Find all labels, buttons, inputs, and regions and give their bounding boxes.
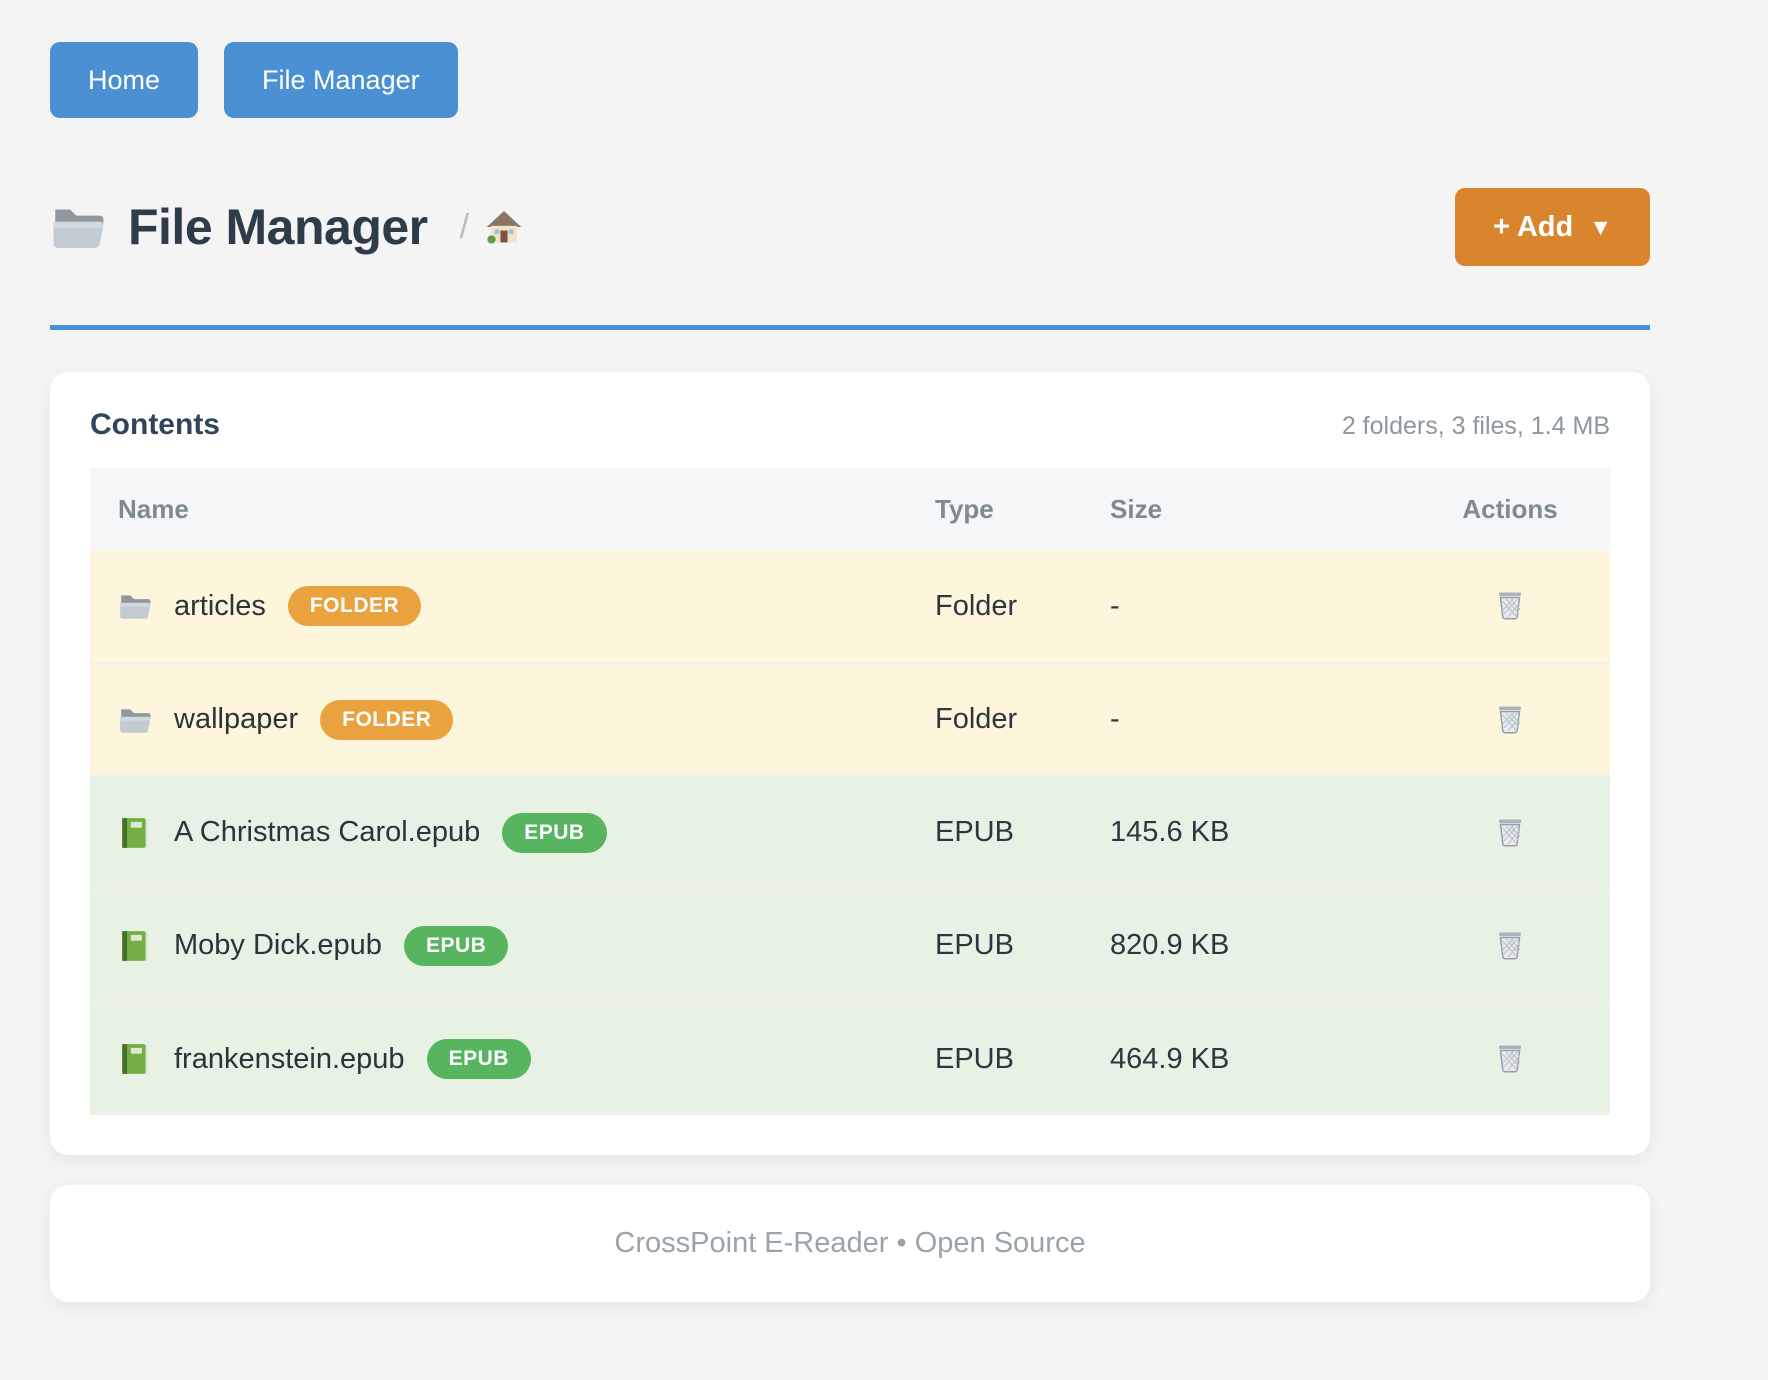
top-nav: Home File Manager bbox=[50, 42, 1650, 118]
size-cell: - bbox=[1110, 663, 1410, 776]
home-icon[interactable] bbox=[485, 208, 523, 246]
type-badge: EPUB bbox=[427, 1039, 531, 1079]
nav-home-button[interactable]: Home bbox=[50, 42, 198, 118]
size-cell: 145.6 KB bbox=[1110, 776, 1410, 889]
delete-button[interactable] bbox=[1488, 583, 1532, 627]
table-header-row: Name Type Size Actions bbox=[90, 468, 1610, 550]
type-badge: FOLDER bbox=[288, 586, 421, 626]
type-badge: FOLDER bbox=[320, 700, 453, 740]
breadcrumb-separator: / bbox=[460, 208, 469, 247]
column-header-actions: Actions bbox=[1410, 468, 1610, 550]
column-header-size: Size bbox=[1110, 468, 1410, 550]
file-name-link[interactable]: frankenstein.epub bbox=[174, 1043, 405, 1076]
panel-title: Contents bbox=[90, 408, 220, 442]
type-cell: EPUB bbox=[935, 776, 1110, 889]
book-icon bbox=[118, 816, 152, 850]
table-row: Moby Dick.epub EPUB EPUB 820.9 KB bbox=[90, 889, 1610, 1002]
size-cell: 464.9 KB bbox=[1110, 1002, 1410, 1115]
table-row: wallpaper FOLDER Folder - bbox=[90, 663, 1610, 776]
file-name-link[interactable]: Moby Dick.epub bbox=[174, 929, 382, 962]
page: Home File Manager File Manager / bbox=[50, 0, 1650, 1302]
delete-button[interactable] bbox=[1488, 923, 1532, 967]
delete-button[interactable] bbox=[1488, 1036, 1532, 1080]
file-name-link[interactable]: wallpaper bbox=[174, 703, 298, 736]
trash-icon bbox=[1494, 1042, 1526, 1074]
page-title: File Manager bbox=[128, 198, 428, 256]
trash-icon bbox=[1494, 589, 1526, 621]
book-icon bbox=[118, 1042, 152, 1076]
chevron-down-icon: ▼ bbox=[1589, 214, 1612, 241]
file-table: Name Type Size Actions articles FOLDER F… bbox=[90, 468, 1610, 1115]
folder-icon bbox=[118, 703, 152, 737]
delete-button[interactable] bbox=[1488, 697, 1532, 741]
type-cell: Folder bbox=[935, 663, 1110, 776]
type-cell: Folder bbox=[935, 550, 1110, 663]
table-body: articles FOLDER Folder - wallpaper FOLDE… bbox=[90, 550, 1610, 1115]
contents-card: Contents 2 folders, 3 files, 1.4 MB Name… bbox=[50, 372, 1650, 1155]
column-header-name: Name bbox=[90, 468, 935, 550]
file-name-link[interactable]: A Christmas Carol.epub bbox=[174, 816, 480, 849]
title-row: File Manager / + Add ▼ bbox=[50, 188, 1650, 266]
trash-icon bbox=[1494, 703, 1526, 735]
table-row: articles FOLDER Folder - bbox=[90, 550, 1610, 663]
book-icon bbox=[118, 929, 152, 963]
type-cell: EPUB bbox=[935, 889, 1110, 1002]
table-row: A Christmas Carol.epub EPUB EPUB 145.6 K… bbox=[90, 776, 1610, 889]
add-button-label: + Add bbox=[1493, 211, 1573, 244]
footer: CrossPoint E-Reader • Open Source bbox=[50, 1185, 1650, 1302]
table-row: frankenstein.epub EPUB EPUB 464.9 KB bbox=[90, 1002, 1610, 1115]
file-name-link[interactable]: articles bbox=[174, 590, 266, 623]
type-badge: EPUB bbox=[404, 926, 508, 966]
panel-header: Contents 2 folders, 3 files, 1.4 MB bbox=[90, 408, 1610, 468]
contents-summary: 2 folders, 3 files, 1.4 MB bbox=[1342, 412, 1610, 441]
type-badge: EPUB bbox=[502, 813, 606, 853]
trash-icon bbox=[1494, 929, 1526, 961]
trash-icon bbox=[1494, 816, 1526, 848]
title-underline bbox=[50, 325, 1650, 330]
breadcrumb: / bbox=[460, 208, 523, 247]
size-cell: 820.9 KB bbox=[1110, 889, 1410, 1002]
column-header-type: Type bbox=[935, 468, 1110, 550]
add-button[interactable]: + Add ▼ bbox=[1455, 188, 1650, 266]
footer-text: CrossPoint E-Reader • Open Source bbox=[614, 1227, 1085, 1260]
folder-icon bbox=[118, 589, 152, 623]
size-cell: - bbox=[1110, 550, 1410, 663]
nav-file-manager-button[interactable]: File Manager bbox=[224, 42, 458, 118]
type-cell: EPUB bbox=[935, 1002, 1110, 1115]
folder-icon bbox=[50, 199, 106, 255]
delete-button[interactable] bbox=[1488, 810, 1532, 854]
